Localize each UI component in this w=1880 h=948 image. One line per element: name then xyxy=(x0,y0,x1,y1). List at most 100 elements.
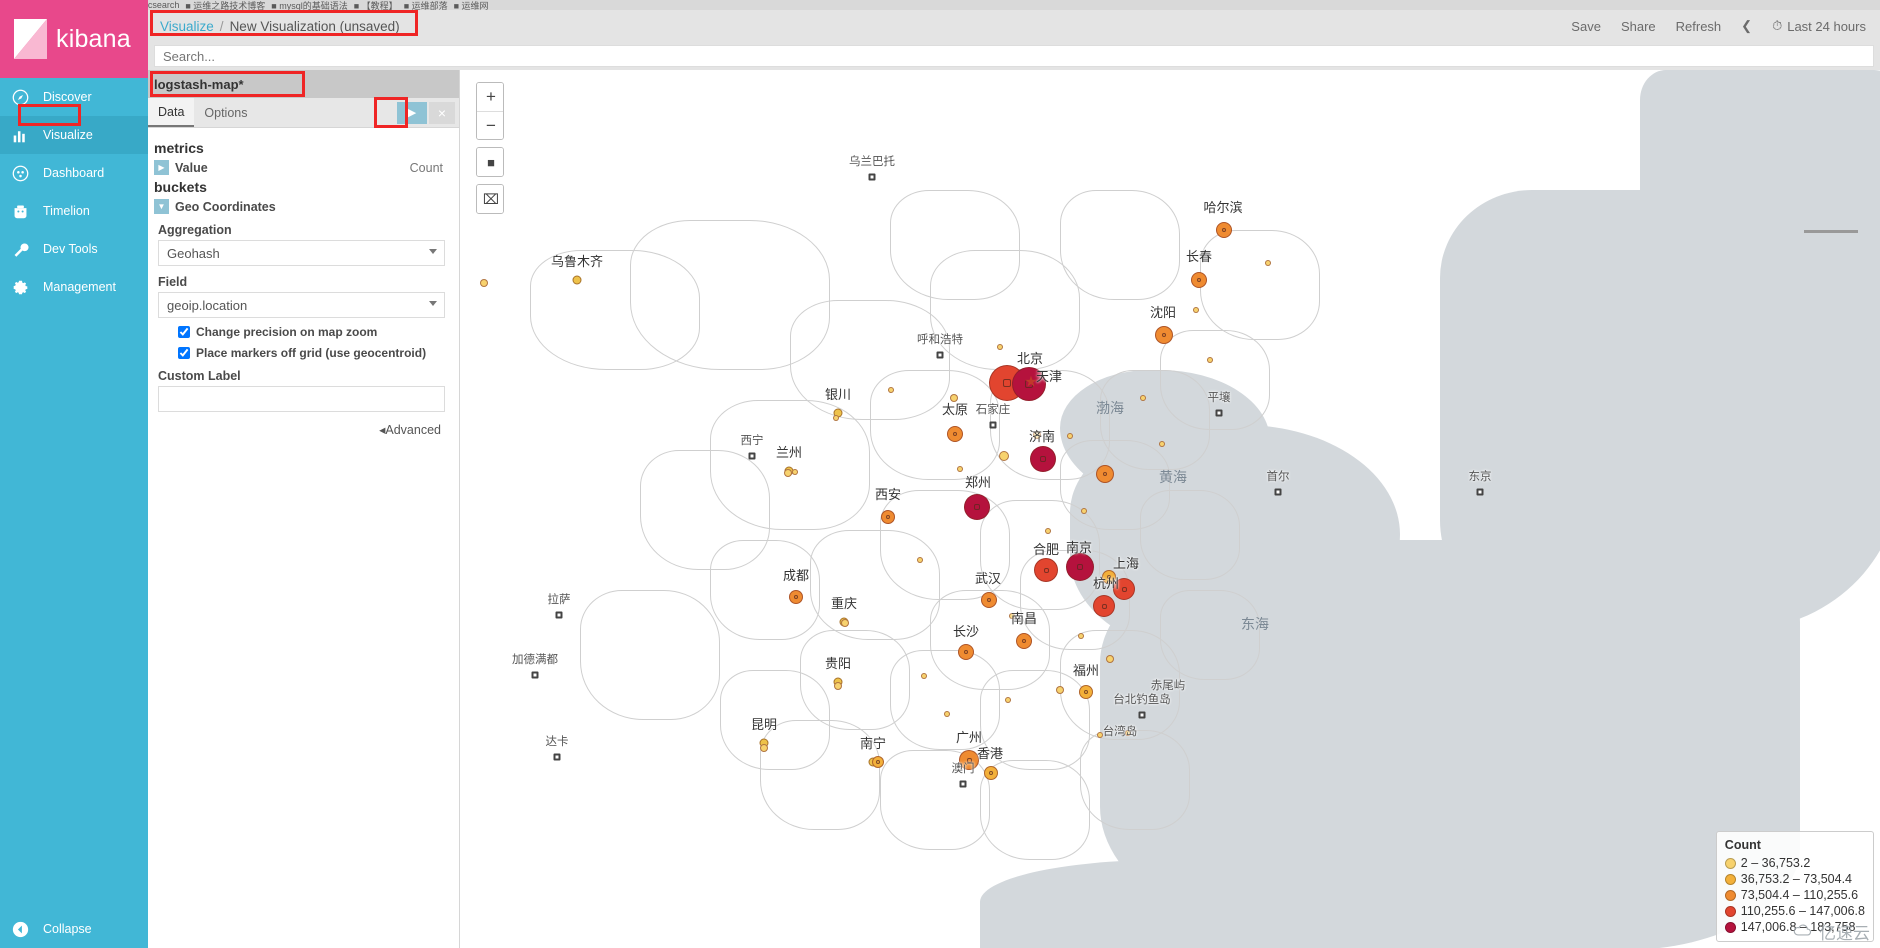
map-marker[interactable] xyxy=(784,469,792,477)
map-marker[interactable] xyxy=(1155,326,1173,344)
aggregation-select[interactable]: Geohash xyxy=(158,240,445,266)
city-label: 南昌 xyxy=(1010,612,1038,627)
map-marker[interactable] xyxy=(1056,686,1064,694)
map-marker[interactable] xyxy=(1079,685,1093,699)
metric-value-row[interactable]: ▶ Value Count xyxy=(154,160,449,175)
map-marker[interactable] xyxy=(1159,441,1165,447)
map-marker[interactable] xyxy=(834,682,842,690)
sidebar-item-dev-tools[interactable]: Dev Tools xyxy=(0,230,148,268)
browser-tab[interactable]: ■ mysql的基础语法 xyxy=(271,0,347,11)
time-picker-button[interactable]: ⏱ Last 24 hours xyxy=(1772,18,1866,34)
legend-row: 110,255.6 – 147,006.8 xyxy=(1724,903,1865,919)
map-marker[interactable] xyxy=(999,451,1009,461)
collapse-timepicker-icon[interactable]: ❮ xyxy=(1741,18,1752,34)
search-input[interactable] xyxy=(154,45,1874,67)
browser-tab[interactable]: ■ 运维网 xyxy=(454,0,489,11)
map-marker[interactable] xyxy=(1078,633,1084,639)
tab-options[interactable]: Options xyxy=(194,98,257,127)
city-label: 南京 xyxy=(1065,541,1093,556)
map-marker[interactable] xyxy=(1140,395,1146,401)
map-marker[interactable] xyxy=(872,756,884,768)
browser-tab[interactable]: ■ 运维部落 xyxy=(404,0,448,11)
city-label: 重庆 xyxy=(830,597,858,612)
map-marker[interactable] xyxy=(981,592,997,608)
map-marker[interactable] xyxy=(1191,272,1207,288)
map-marker[interactable] xyxy=(964,494,990,520)
map-marker[interactable] xyxy=(789,590,803,604)
geocentroid-checkbox[interactable] xyxy=(178,347,190,359)
zoom-in-button[interactable]: + xyxy=(477,83,503,111)
map-marker[interactable] xyxy=(984,766,998,780)
browser-tab[interactable]: ■ 【教程】 xyxy=(354,0,398,11)
custom-label-input[interactable] xyxy=(158,386,445,412)
marker-center-icon xyxy=(953,432,957,436)
breadcrumb-separator: / xyxy=(219,18,224,34)
collapse-sidebar-button[interactable]: Collapse xyxy=(0,910,148,948)
sidebar-item-discover[interactable]: Discover xyxy=(0,78,148,116)
change-precision-checkbox[interactable] xyxy=(178,326,190,338)
expand-metric-icon[interactable]: ▶ xyxy=(154,160,169,175)
kibana-logo[interactable]: kibana xyxy=(0,0,148,78)
map-marker[interactable] xyxy=(1106,655,1114,663)
map-marker[interactable] xyxy=(1096,465,1114,483)
map-marker[interactable] xyxy=(1005,697,1011,703)
map-marker[interactable] xyxy=(1045,528,1051,534)
marker-center-icon xyxy=(1103,472,1107,476)
map-marker[interactable] xyxy=(1193,307,1199,313)
refresh-button[interactable]: Refresh xyxy=(1676,19,1722,34)
map-marker[interactable] xyxy=(917,557,923,563)
map-marker[interactable] xyxy=(958,644,974,660)
map-marker[interactable] xyxy=(1066,553,1094,581)
map-marker[interactable] xyxy=(792,469,798,475)
map-marker[interactable] xyxy=(833,415,839,421)
draw-rectangle-icon[interactable]: ⌧ xyxy=(477,185,503,213)
city-label: 哈尔滨 xyxy=(1203,201,1243,216)
share-button[interactable]: Share xyxy=(1621,19,1656,34)
map-marker[interactable] xyxy=(947,426,963,442)
sidebar-item-management[interactable]: Management xyxy=(0,268,148,306)
field-select[interactable]: geoip.location xyxy=(158,292,445,318)
map-marker[interactable] xyxy=(480,279,488,287)
map-marker[interactable] xyxy=(944,711,950,717)
sidebar-item-dashboard[interactable]: Dashboard xyxy=(0,154,148,192)
tab-data[interactable]: Data xyxy=(148,98,195,127)
map-marker[interactable] xyxy=(1216,222,1232,238)
geocentroid-row[interactable]: Place markers off grid (use geocentroid) xyxy=(178,346,449,360)
fit-data-bounds-button[interactable]: ■ xyxy=(477,148,503,176)
map-marker[interactable] xyxy=(841,619,849,627)
marker-center-icon xyxy=(987,598,991,602)
map-marker[interactable] xyxy=(888,387,894,393)
discard-changes-button[interactable]: × xyxy=(429,101,455,124)
map-marker[interactable] xyxy=(1265,260,1271,266)
advanced-toggle[interactable]: ◂Advanced xyxy=(154,422,441,437)
watermark: 亿速云 xyxy=(1792,919,1870,944)
map-marker[interactable] xyxy=(921,673,927,679)
metric-aggregation-value: Count xyxy=(409,160,443,175)
map-marker[interactable] xyxy=(997,344,1003,350)
city-label: 武汉 xyxy=(974,572,1002,587)
map-marker[interactable] xyxy=(760,744,768,752)
save-button[interactable]: Save xyxy=(1571,19,1601,34)
bucket-geo-row[interactable]: ▼ Geo Coordinates xyxy=(154,199,449,214)
map-marker[interactable] xyxy=(1093,595,1115,617)
map-marker[interactable] xyxy=(1034,558,1058,582)
map-marker[interactable] xyxy=(1081,508,1087,514)
map-marker[interactable] xyxy=(881,510,895,524)
change-precision-label: Change precision on map zoom xyxy=(196,325,378,339)
browser-tab[interactable]: ■ 运维之路技术博客 xyxy=(185,0,265,11)
map-marker[interactable] xyxy=(1016,633,1032,649)
map-marker[interactable] xyxy=(1067,433,1073,439)
sidebar-item-visualize[interactable]: Visualize xyxy=(0,116,148,154)
collapse-bucket-icon[interactable]: ▼ xyxy=(154,199,169,214)
city-marker-dot xyxy=(1476,488,1484,496)
province-boundary xyxy=(580,590,720,720)
zoom-out-button[interactable]: − xyxy=(477,111,503,139)
change-precision-row[interactable]: Change precision on map zoom xyxy=(178,325,449,339)
map-marker[interactable] xyxy=(1030,446,1056,472)
sidebar-item-timelion[interactable]: Timelion xyxy=(0,192,148,230)
map-marker[interactable] xyxy=(1207,357,1213,363)
breadcrumb-visualize-link[interactable]: Visualize xyxy=(160,19,214,34)
map-marker[interactable] xyxy=(957,466,963,472)
geohash-map[interactable]: + − ■ ⌧ 乌兰巴托 乌鲁木齐 哈尔滨 长春 沈阳 呼和浩特 北京 ★ 天津 平壤 银川 太原 石家… xyxy=(460,70,1880,948)
apply-changes-button[interactable]: ▶ xyxy=(397,101,427,124)
